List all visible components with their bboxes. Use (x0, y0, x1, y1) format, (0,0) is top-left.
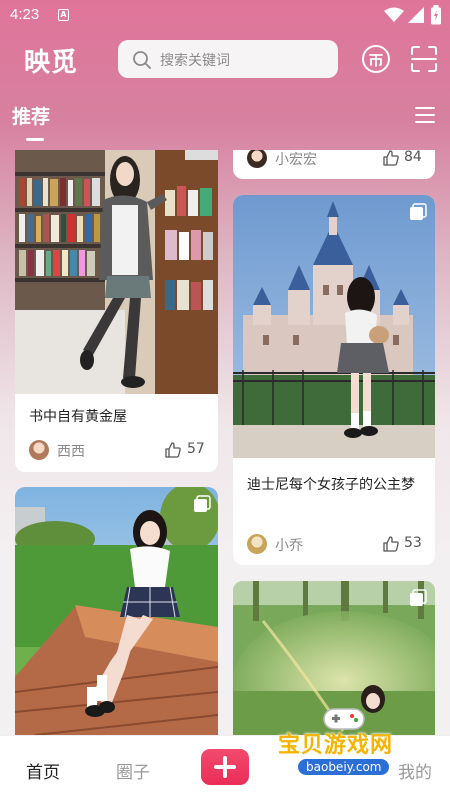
post-card[interactable]: 迪士尼每个女孩子的公主梦 小乔 53 (233, 195, 435, 565)
feed[interactable]: 书中自有黄金屋 西西 57 小宏宏 84 迪士尼每个女孩子的公主梦 小乔 53 (0, 150, 450, 735)
avatar[interactable] (29, 440, 49, 460)
post-photo[interactable] (233, 195, 435, 458)
add-post-button[interactable] (201, 749, 249, 785)
like-count: 84 (404, 150, 422, 165)
post-photo[interactable] (15, 487, 218, 735)
nav-circle[interactable]: 圈子 (116, 758, 150, 783)
scan-icon[interactable] (411, 46, 437, 72)
app-logo: 映觅 (24, 48, 79, 78)
coin-icon[interactable] (361, 44, 391, 74)
nav-home[interactable]: 首页 (26, 758, 60, 783)
post-title: 书中自有黄金屋 (29, 409, 127, 425)
post-title: 迪士尼每个女孩子的公主梦 (247, 477, 415, 493)
status-time: 4:23 (10, 6, 40, 23)
tab-recommend[interactable]: 推荐 (12, 102, 50, 129)
multi-image-icon (410, 203, 427, 220)
avatar[interactable] (247, 534, 267, 554)
battery-icon (431, 5, 441, 25)
multi-image-icon (410, 589, 427, 606)
like-icon[interactable] (383, 536, 399, 552)
post-author[interactable]: 西西 (57, 441, 85, 461)
like-count: 57 (187, 441, 205, 457)
post-author[interactable]: 小乔 (275, 535, 303, 555)
watermark-url: baobeiy.com (298, 759, 390, 775)
like-count: 53 (404, 535, 422, 551)
search-icon (133, 51, 151, 69)
tab-row: 推荐 (0, 100, 450, 144)
post-author[interactable]: 小宏宏 (275, 150, 317, 169)
search-bar[interactable]: 搜索关键词 (118, 40, 338, 78)
watermark: 宝贝游戏网 baobeiy.com (278, 705, 428, 785)
app-bar: 映觅 搜索关键词 (0, 36, 450, 86)
signal-icon (408, 7, 424, 23)
status-bar: 4:23 A (0, 0, 450, 32)
tab-underline (26, 138, 44, 141)
search-placeholder: 搜索关键词 (160, 53, 230, 69)
watermark-text: 宝贝游戏网 (278, 733, 394, 758)
post-card[interactable]: 小宏宏 84 (233, 150, 435, 179)
multi-image-icon (194, 495, 211, 512)
menu-icon[interactable] (415, 106, 435, 124)
post-card[interactable] (15, 487, 218, 735)
avatar[interactable] (247, 150, 267, 168)
sim-icon: A (58, 9, 69, 21)
post-card[interactable]: 书中自有黄金屋 西西 57 (15, 150, 218, 472)
wifi-icon (384, 7, 404, 22)
like-icon[interactable] (165, 442, 181, 458)
post-photo[interactable] (15, 150, 218, 394)
like-icon[interactable] (383, 150, 399, 166)
